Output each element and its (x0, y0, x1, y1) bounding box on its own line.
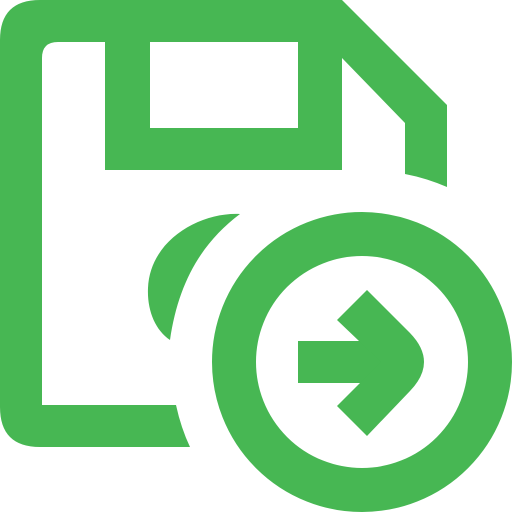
icon-canvas (0, 0, 512, 512)
save-as-export-icon (0, 0, 512, 512)
floppy-shutter (105, 0, 342, 170)
arrow-right-circle-icon (212, 212, 512, 512)
